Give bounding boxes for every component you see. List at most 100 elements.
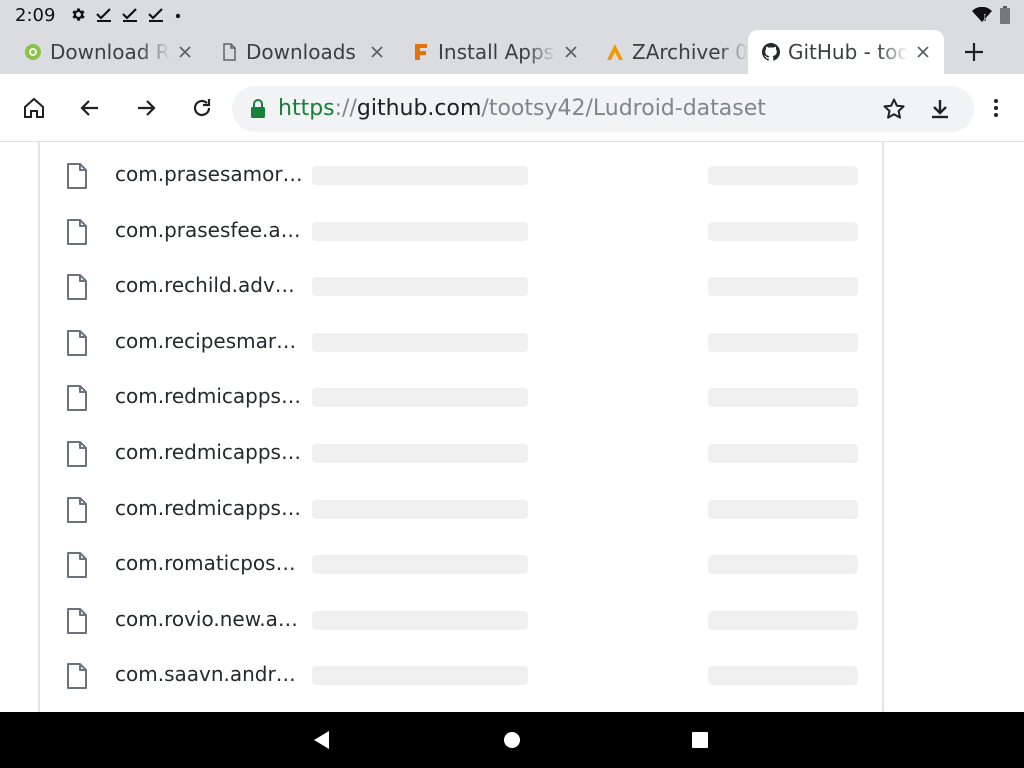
download-icon (932, 100, 948, 119)
commit-message-placeholder (312, 444, 528, 463)
file-row[interactable]: com.rovio.new.a… (40, 590, 884, 646)
commit-message-placeholder (312, 332, 528, 352)
tab-title: Install Apps (438, 40, 555, 64)
file-icon (67, 218, 87, 245)
reload-button[interactable] (182, 88, 222, 128)
commit-age-placeholder (708, 332, 858, 352)
more-vertical-icon (994, 99, 998, 117)
file-icon (67, 552, 87, 579)
file-row[interactable]: com.saavn.andr… (40, 645, 884, 701)
commit-message-placeholder (312, 166, 528, 185)
commit-message-placeholder (312, 499, 528, 519)
tab-zarchiver[interactable]: ZArchiver 0 (592, 30, 748, 74)
file-icon (67, 385, 87, 412)
file-name-link[interactable]: com.redmicapps… (115, 496, 301, 520)
tab-install-apps[interactable]: Install Apps (398, 30, 592, 74)
back-button[interactable] (70, 88, 110, 128)
close-tab-icon[interactable] (170, 37, 200, 67)
close-tab-icon[interactable] (556, 37, 586, 67)
status-time: 2:09 (15, 5, 56, 26)
arrow-left-icon (80, 100, 98, 116)
arrow-right-icon (138, 100, 156, 116)
commit-age-placeholder (708, 499, 858, 519)
commit-age-placeholder (708, 166, 858, 185)
file-row[interactable]: com.redmicapps… (40, 479, 884, 535)
file-icon (67, 441, 87, 467)
f-logo-icon (415, 44, 427, 60)
nav-home-button[interactable] (496, 724, 528, 756)
commit-message-placeholder (312, 666, 528, 686)
check-icon (148, 7, 163, 22)
tab-title: Download R0 (50, 40, 170, 64)
plus-icon (965, 43, 983, 61)
gear-icon (72, 8, 85, 21)
file-row[interactable]: com.recipesmar… (40, 312, 884, 368)
file-list: com.prasesamor… com.prasesfee.a… com.rechi… (38, 142, 884, 712)
file-icon (67, 163, 87, 189)
download-page-button[interactable] (920, 89, 960, 129)
file-row[interactable]: com.rechild.adv… (40, 256, 884, 312)
wifi-icon (972, 7, 992, 22)
check-icon (96, 7, 111, 22)
file-icon (67, 607, 87, 634)
file-row[interactable]: com.redmicapps… (40, 367, 884, 423)
forward-button[interactable] (126, 88, 166, 128)
page-icon (223, 43, 236, 61)
tab-title: ZArchiver 0 (632, 40, 748, 64)
android-icon (25, 44, 41, 60)
file-row[interactable]: com.romaticpos… (40, 534, 884, 590)
file-name-link[interactable]: com.redmicapps… (115, 384, 301, 408)
tab-title: Downloads (246, 40, 356, 64)
commit-message-placeholder (312, 277, 528, 297)
tab-downloads[interactable]: Downloads (206, 30, 398, 74)
nav-back-button[interactable] (306, 724, 338, 756)
file-name-link[interactable]: com.prasesamor… (115, 162, 303, 186)
home-button[interactable] (14, 88, 54, 128)
file-icon (67, 329, 87, 356)
square-recents-icon (692, 732, 708, 748)
file-name-link[interactable]: com.rechild.adv… (115, 273, 295, 297)
tab-strip: Download R0 Downloads Install Apps ZArch… (0, 30, 1024, 74)
page-content: com.prasesamor… com.prasesfee.a… com.rechi… (0, 142, 1024, 712)
star-icon (883, 98, 905, 119)
commit-age-placeholder (708, 277, 858, 297)
file-name-link[interactable]: com.prasesfee.a… (115, 218, 301, 242)
file-name-link[interactable]: com.rovio.new.a… (115, 607, 298, 631)
lock-icon (251, 99, 265, 118)
circle-home-icon (504, 732, 520, 748)
bookmark-button[interactable] (874, 89, 914, 129)
dot-icon (175, 13, 181, 18)
commit-message-placeholder (312, 388, 528, 408)
address-bar[interactable]: https://github.com/tootsy42/Ludroid-data… (232, 86, 974, 132)
reload-icon (193, 99, 211, 117)
file-icon (67, 274, 87, 301)
menu-button[interactable] (976, 88, 1016, 128)
status-system-icons (972, 6, 1010, 24)
commit-message-placeholder (312, 610, 528, 630)
nav-recents-button[interactable] (684, 724, 716, 756)
url-text[interactable]: https://github.com/tootsy42/Ludroid-data… (278, 96, 766, 121)
file-row[interactable]: com.prasesfee.a… (40, 201, 884, 257)
file-row[interactable]: com.prasesamor… (40, 145, 884, 201)
status-bar: 2:09 (0, 0, 1024, 30)
file-name-link[interactable]: com.saavn.andr… (115, 662, 296, 686)
new-tab-button[interactable] (958, 36, 990, 68)
system-nav-bar (0, 712, 1024, 768)
browser-toolbar: https://github.com/tootsy42/Ludroid-data… (0, 74, 1024, 142)
home-icon (24, 97, 44, 118)
file-row[interactable]: com.redmicapps… (40, 423, 884, 479)
status-notification-icons (70, 6, 183, 23)
file-name-link[interactable]: com.redmicapps… (115, 440, 301, 464)
file-name-link[interactable]: com.recipesmar… (115, 329, 296, 353)
tab-github[interactable]: GitHub - toot (748, 30, 944, 74)
commit-age-placeholder (708, 221, 858, 241)
tab-download-r0[interactable]: Download R0 (10, 30, 206, 74)
commit-age-placeholder (708, 444, 858, 463)
check-icon (122, 7, 137, 22)
file-name-link[interactable]: com.romaticpos… (115, 551, 296, 575)
close-tab-icon[interactable] (908, 37, 938, 67)
close-tab-icon[interactable] (362, 37, 392, 67)
tab-title: GitHub - toot (788, 40, 908, 64)
zarchiver-icon (607, 44, 623, 60)
commit-age-placeholder (708, 666, 858, 686)
